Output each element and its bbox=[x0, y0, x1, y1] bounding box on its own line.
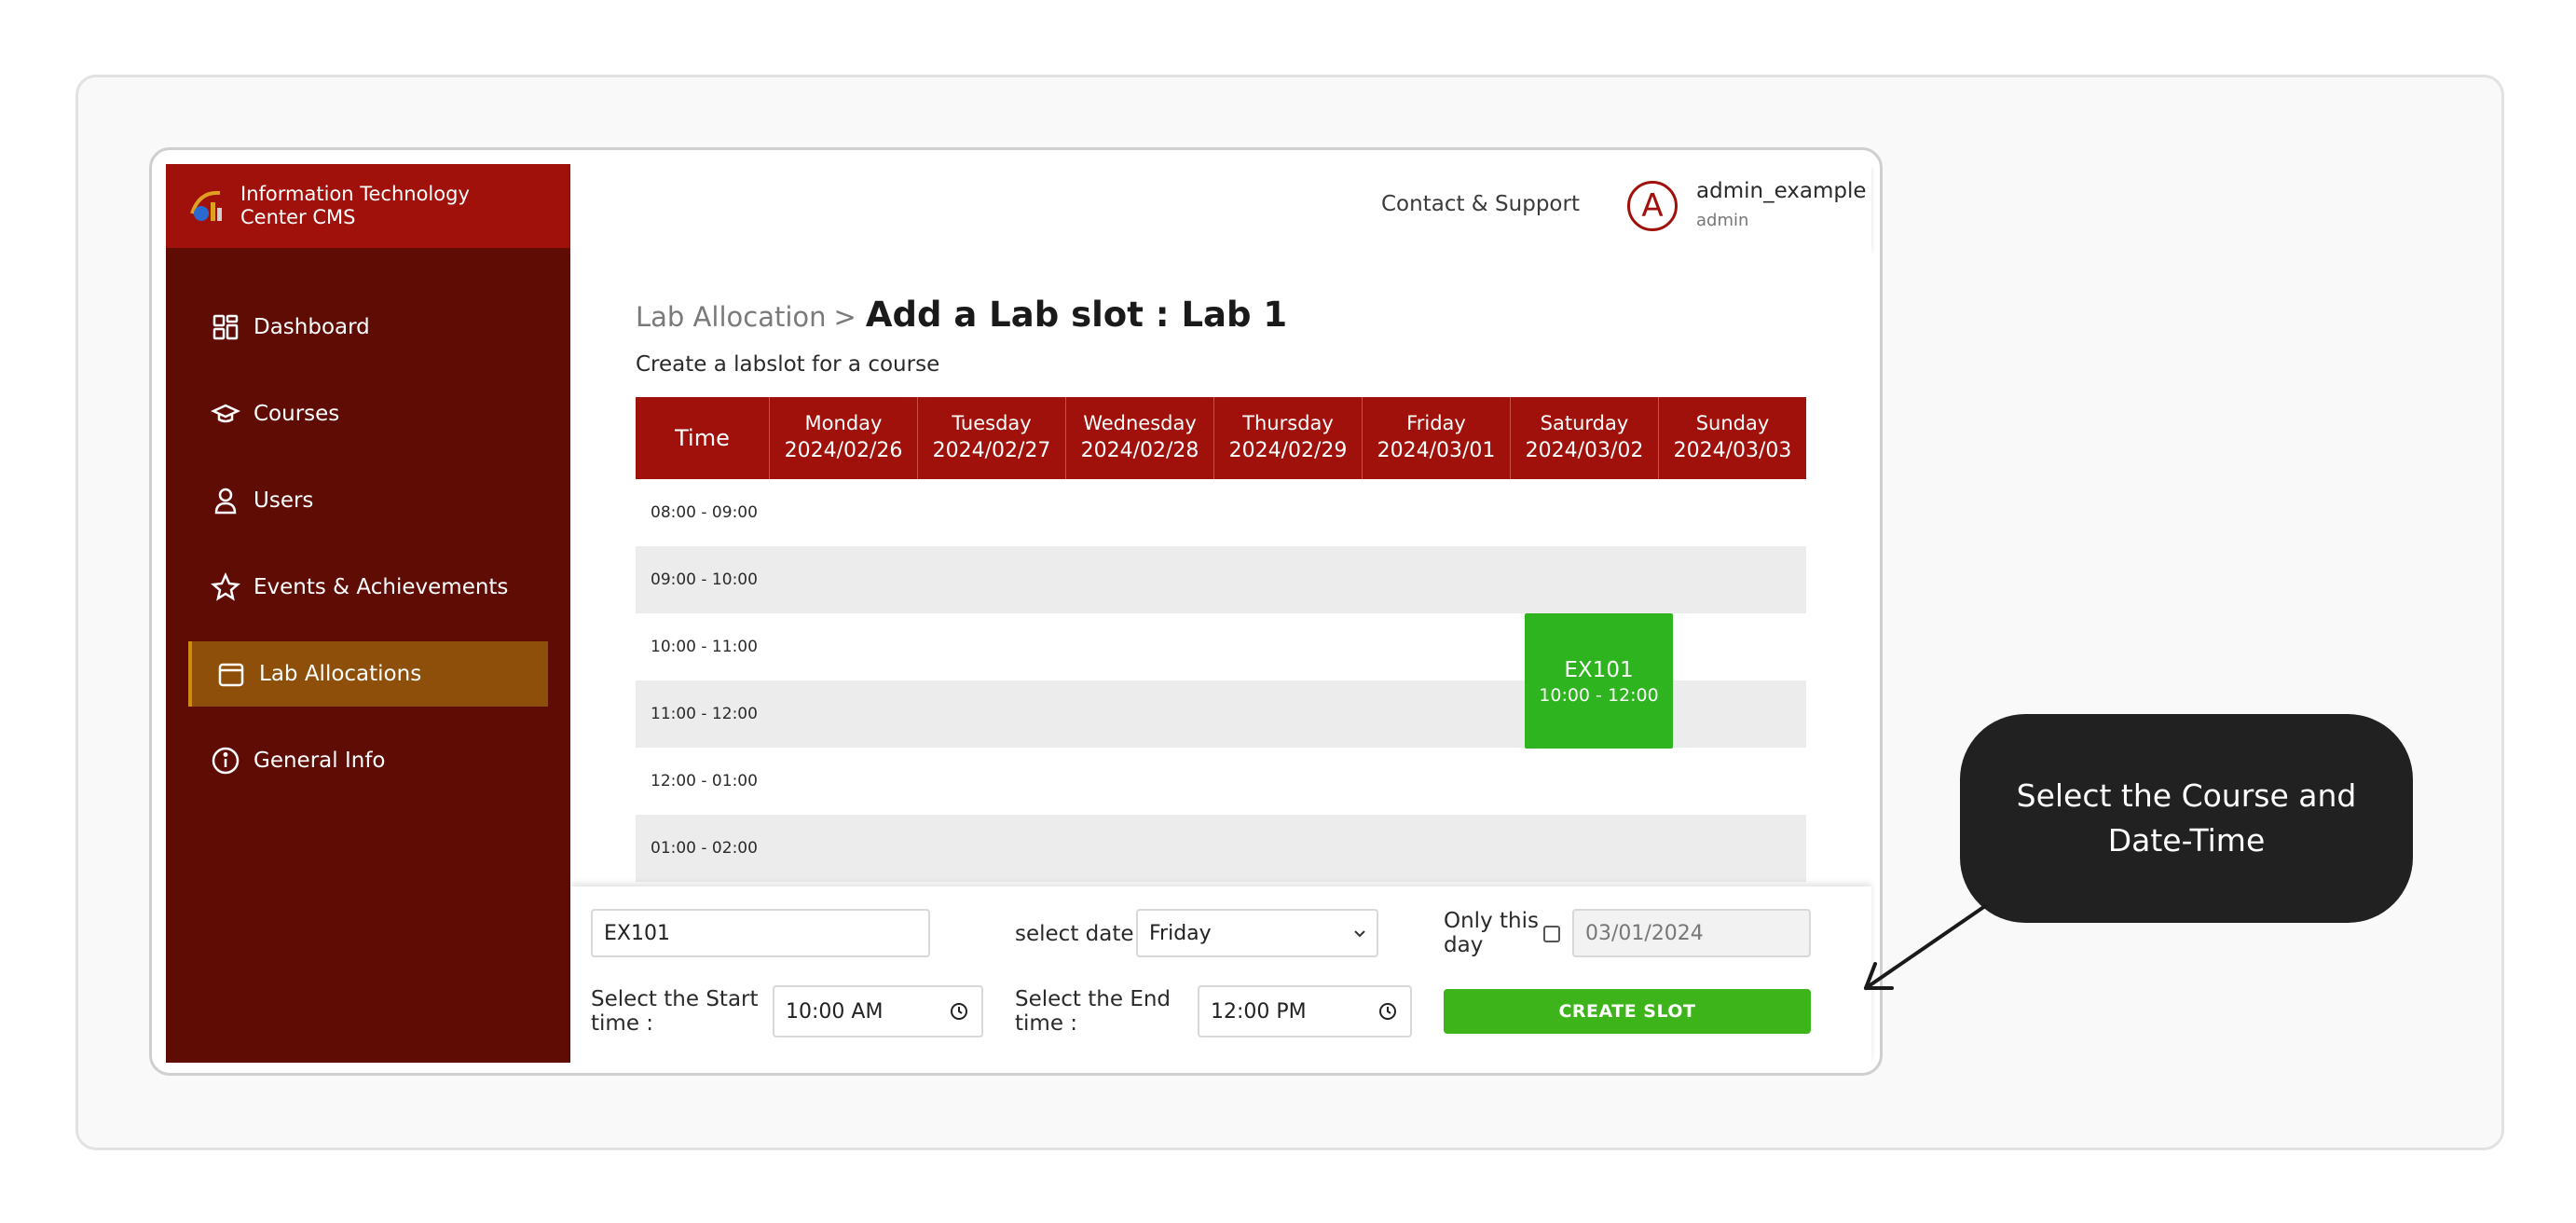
sidebar-item-events[interactable]: Events & Achievements bbox=[188, 555, 548, 620]
schedule-table: Time Monday 2024/02/26 Tuesday 2024/02/27 … bbox=[636, 397, 1806, 949]
end-time-value: 12:00 PM bbox=[1211, 999, 1307, 1024]
sidebar-item-label: Users bbox=[253, 488, 314, 513]
lab-slot-block[interactable]: EX101 10:00 - 12:00 bbox=[1525, 613, 1673, 749]
breadcrumb-parent[interactable]: Lab Allocation bbox=[636, 301, 827, 333]
time-row: 08:00 - 09:00 bbox=[636, 479, 1806, 546]
day-date: 2024/03/03 bbox=[1673, 439, 1792, 462]
day-header-monday: Monday 2024/02/26 bbox=[770, 397, 918, 479]
avatar[interactable]: A bbox=[1627, 181, 1678, 231]
day-date: 2024/02/26 bbox=[784, 439, 903, 462]
select-date-label: select date bbox=[1015, 922, 1134, 946]
day-name: Tuesday bbox=[952, 412, 1032, 434]
tutorial-callout: Select the Course and Date-Time bbox=[1960, 714, 2413, 923]
day-date: 2024/03/02 bbox=[1525, 439, 1644, 462]
page-title: Add a Lab slot : Lab 1 bbox=[865, 295, 1288, 335]
day-header-wednesday: Wednesday 2024/02/28 bbox=[1066, 397, 1214, 479]
topbar: Contact & Support A admin_example admin bbox=[570, 164, 1871, 248]
day-name: Thursday bbox=[1242, 412, 1334, 434]
slot-course-code: EX101 bbox=[1564, 657, 1634, 682]
clock-icon bbox=[1379, 1003, 1396, 1020]
breadcrumb: Lab Allocation > Add a Lab slot : Lab 1 bbox=[636, 295, 1287, 335]
only-this-day-label: Only this day bbox=[1444, 909, 1539, 957]
callout-arrow-icon bbox=[1864, 904, 1987, 990]
user-name[interactable]: admin_example bbox=[1696, 179, 1867, 203]
day-date: 2024/02/29 bbox=[1228, 439, 1348, 462]
start-time-value: 10:00 AM bbox=[786, 999, 884, 1024]
sidebar-item-general-info[interactable]: General Info bbox=[188, 728, 548, 793]
day-date: 2024/03/01 bbox=[1377, 439, 1496, 462]
schedule-header: Time Monday 2024/02/26 Tuesday 2024/02/27 … bbox=[636, 397, 1806, 479]
sidebar: Information Technology Center CMS Dashbo… bbox=[166, 164, 570, 1063]
day-header-thursday: Thursday 2024/02/29 bbox=[1214, 397, 1363, 479]
app-window: Information Technology Center CMS Dashbo… bbox=[149, 147, 1883, 1076]
day-header-saturday: Saturday 2024/03/02 bbox=[1511, 397, 1659, 479]
end-time-input[interactable]: 12:00 PM bbox=[1198, 985, 1412, 1037]
day-select[interactable]: Friday bbox=[1136, 909, 1378, 957]
graduation-cap-icon bbox=[211, 404, 240, 423]
time-row: 12:00 - 01:00 bbox=[636, 748, 1806, 815]
start-time-input[interactable]: 10:00 AM bbox=[773, 985, 983, 1037]
sidebar-item-label: Courses bbox=[253, 402, 340, 426]
sidebar-item-lab-allocations[interactable]: Lab Allocations bbox=[188, 641, 548, 707]
day-name: Monday bbox=[804, 412, 883, 434]
specific-date-input[interactable]: 03/01/2024 bbox=[1572, 909, 1811, 957]
course-input[interactable]: EX101 bbox=[591, 909, 930, 957]
time-row: 01:00 - 02:00 bbox=[636, 815, 1806, 882]
sidebar-item-label: Lab Allocations bbox=[259, 662, 422, 686]
start-time-label: Select the Start time : bbox=[591, 987, 759, 1036]
calendar-icon bbox=[218, 663, 244, 687]
day-header-tuesday: Tuesday 2024/02/27 bbox=[918, 397, 1066, 479]
logo-icon bbox=[190, 190, 222, 221]
day-date: 2024/02/28 bbox=[1080, 439, 1199, 462]
day-name: Saturday bbox=[1540, 412, 1629, 434]
slot-form: EX101 select date Friday Only this day 0… bbox=[570, 886, 1871, 1064]
chevron-down-icon bbox=[1354, 930, 1365, 938]
brand[interactable]: Information Technology Center CMS bbox=[166, 164, 570, 248]
breadcrumb-separator: > bbox=[833, 301, 856, 333]
clock-icon bbox=[951, 1003, 967, 1020]
time-header: Time bbox=[636, 397, 770, 479]
time-row: 09:00 - 10:00 bbox=[636, 546, 1806, 613]
day-select-value: Friday bbox=[1149, 921, 1212, 945]
brand-title: Information Technology Center CMS bbox=[240, 183, 470, 228]
day-header-friday: Friday 2024/03/01 bbox=[1363, 397, 1511, 479]
user-icon bbox=[214, 488, 237, 515]
end-time-label: Select the End time : bbox=[1015, 987, 1172, 1036]
day-header-sunday: Sunday 2024/03/03 bbox=[1659, 397, 1806, 479]
sidebar-item-courses[interactable]: Courses bbox=[188, 381, 548, 447]
info-icon bbox=[212, 747, 240, 775]
sidebar-item-label: Dashboard bbox=[253, 315, 370, 339]
day-name: Wednesday bbox=[1083, 412, 1197, 434]
day-date: 2024/02/27 bbox=[932, 439, 1051, 462]
dashboard-icon bbox=[212, 314, 239, 340]
sidebar-item-label: Events & Achievements bbox=[253, 575, 509, 599]
sidebar-item-users[interactable]: Users bbox=[188, 468, 548, 533]
sidebar-item-label: General Info bbox=[253, 749, 386, 773]
day-name: Sunday bbox=[1695, 412, 1770, 434]
day-name: Friday bbox=[1406, 412, 1466, 434]
slot-time-range: 10:00 - 12:00 bbox=[1539, 684, 1659, 706]
contact-support-link[interactable]: Contact & Support bbox=[1381, 192, 1580, 216]
user-role: admin bbox=[1696, 211, 1749, 230]
create-slot-button[interactable]: CREATE SLOT bbox=[1444, 989, 1811, 1034]
only-this-day-checkbox[interactable] bbox=[1543, 926, 1560, 942]
sidebar-item-dashboard[interactable]: Dashboard bbox=[188, 295, 548, 360]
page-subtitle: Create a labslot for a course bbox=[636, 352, 940, 377]
star-icon bbox=[211, 572, 240, 601]
